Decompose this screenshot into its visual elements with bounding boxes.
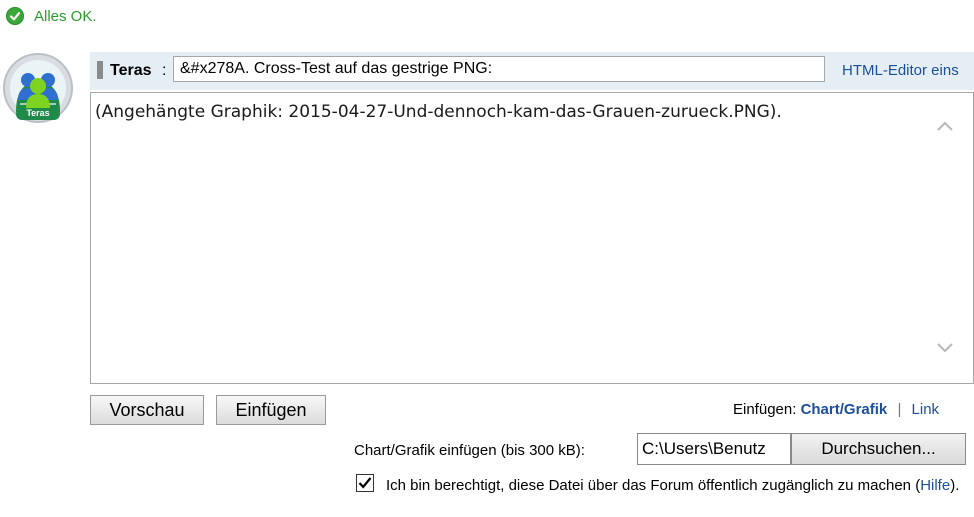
permission-checkbox[interactable] [356, 474, 374, 492]
author-separator: : [162, 62, 167, 79]
insert-button[interactable]: Einfügen [216, 395, 326, 425]
file-path-field[interactable]: C:\Users\Benutz [637, 433, 791, 465]
avatar-caption: Teras [26, 108, 50, 118]
author-name: Teras [110, 62, 152, 79]
insert-links: Einfügen: Chart/Grafik | Link [733, 401, 939, 418]
html-editor-link[interactable]: HTML-Editor eins [842, 62, 959, 79]
permission-text-before: Ich bin berechtigt, diese Datei über das… [386, 477, 921, 494]
author-marker [97, 61, 103, 79]
browse-button[interactable]: Durchsuchen... [791, 433, 966, 465]
scroll-up-arrow[interactable] [935, 119, 955, 133]
permission-text: Ich bin berechtigt, diese Datei über das… [386, 474, 966, 497]
help-link[interactable]: Hilfe [920, 477, 950, 494]
link-separator: | [897, 401, 902, 418]
permission-text-after: ). [950, 477, 960, 494]
insert-chart-link[interactable]: Chart/Grafik [801, 401, 888, 418]
subject-input[interactable] [173, 56, 825, 82]
status-text: Alles OK. [34, 7, 97, 25]
insert-label: Einfügen: [733, 401, 797, 418]
status-message: Alles OK. [6, 6, 97, 26]
preview-button[interactable]: Vorschau [90, 395, 204, 425]
message-body-text: (Angehängte Graphik: 2015-04-27-Und-denn… [95, 102, 782, 122]
upload-label: Chart/Grafik einfügen (bis 300 kB): [354, 442, 585, 459]
scroll-down-arrow[interactable] [935, 341, 955, 355]
check-circle-icon [6, 7, 24, 25]
message-body-textarea[interactable]: (Angehängte Graphik: 2015-04-27-Und-denn… [90, 92, 974, 384]
insert-link-link[interactable]: Link [912, 401, 940, 418]
avatar: Teras [2, 52, 74, 124]
